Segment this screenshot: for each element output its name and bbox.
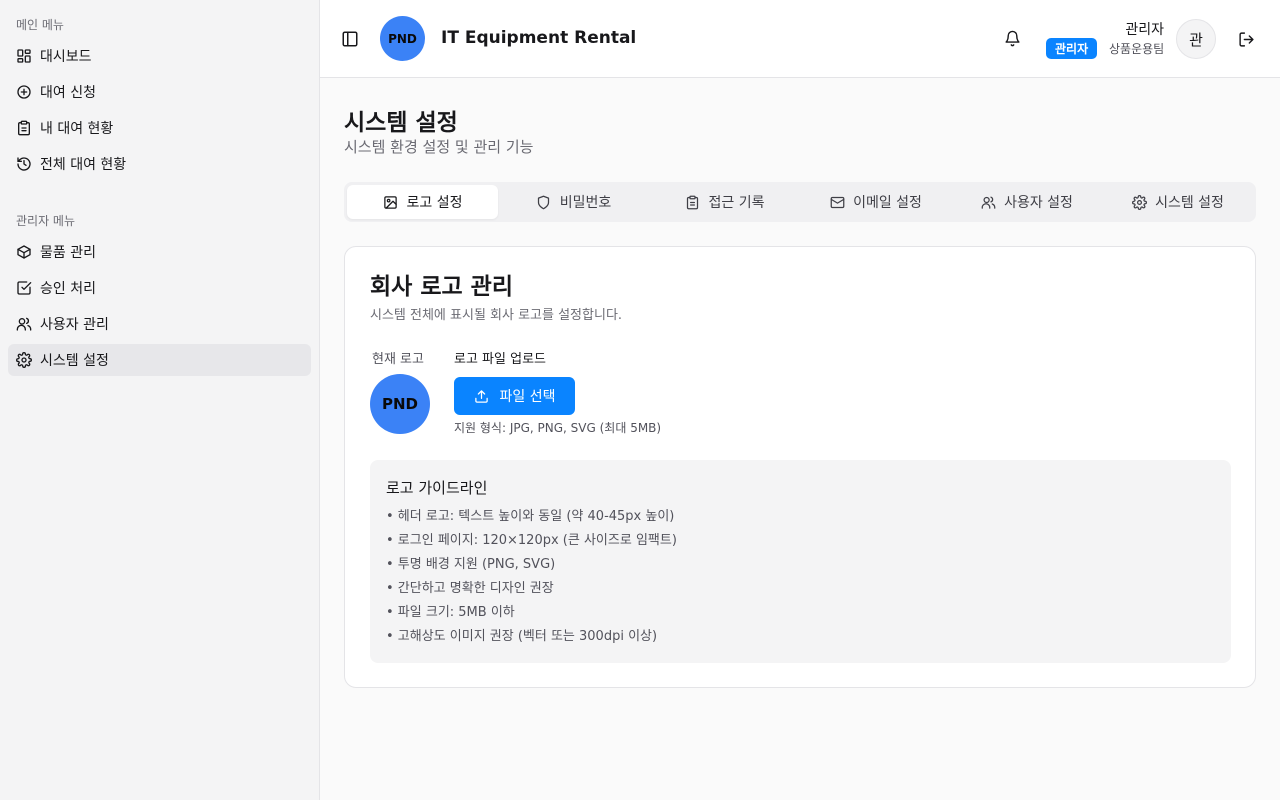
current-logo-label: 현재 로고 <box>372 352 424 367</box>
clipboard-icon <box>16 120 32 136</box>
shield-icon <box>536 194 552 210</box>
notification-button[interactable] <box>1002 28 1022 48</box>
list-item: • 고해상도 이미지 권장 (벡터 또는 300dpi 이상) <box>386 629 658 644</box>
sidebar-item-label: 대시보드 <box>40 49 92 65</box>
users-icon <box>16 316 32 332</box>
main-menu-label: 메인 메뉴 <box>16 18 64 32</box>
tab-system-settings[interactable]: 시스템 설정 <box>1102 185 1253 219</box>
guidelines-list: • 헤더 로고: 텍스트 높이와 동일 (약 40-45px 높이) • 로그인… <box>386 507 677 651</box>
list-item: • 파일 크기: 5MB 이하 <box>386 605 515 620</box>
sidebar-toggle-button[interactable] <box>338 27 362 51</box>
gear-icon <box>16 352 32 368</box>
card-description: 시스템 전체에 표시될 회사 로고를 설정합니다. <box>370 308 623 323</box>
logout-icon <box>1238 31 1254 47</box>
sidebar-item-system-settings[interactable]: 시스템 설정 <box>8 344 311 376</box>
user-team: 상품운용팀 <box>1109 42 1165 56</box>
page-subtitle: 시스템 환경 설정 및 관리 기능 <box>344 138 534 156</box>
tab-password[interactable]: 비밀번호 <box>498 185 649 219</box>
sidebar-item-label: 시스템 설정 <box>40 353 109 369</box>
sidebar-item-all-rentals[interactable]: 전체 대여 현황 <box>8 148 311 180</box>
sidebar-item-rental-request[interactable]: 대여 신청 <box>8 76 311 108</box>
sidebar: 메인 메뉴 대시보드 대여 신청 내 대여 현황 전체 대여 현황 관리자 메뉴… <box>0 0 320 800</box>
role-badge: 관리자 <box>1046 38 1098 59</box>
list-item: • 로그인 페이지: 120×120px (큰 사이즈로 임팩트) <box>386 533 677 548</box>
clipboard-icon <box>685 194 701 210</box>
upload-label: 로고 파일 업로드 <box>454 352 546 367</box>
package-icon <box>16 244 32 260</box>
tab-label: 시스템 설정 <box>1155 195 1224 211</box>
page-title: 시스템 설정 <box>344 110 458 136</box>
avatar[interactable]: 관 <box>1176 19 1216 59</box>
check-square-icon <box>16 280 32 296</box>
plus-circle-icon <box>16 84 32 100</box>
upload-icon <box>474 388 490 404</box>
user-name: 관리자 <box>1125 22 1164 38</box>
sidebar-item-approvals[interactable]: 승인 처리 <box>8 272 311 304</box>
gear-icon <box>1131 194 1147 210</box>
logo-settings-card: 회사 로고 관리 시스템 전체에 표시될 회사 로고를 설정합니다. 현재 로고… <box>344 246 1256 688</box>
list-item: • 투명 배경 지원 (PNG, SVG) <box>386 557 556 572</box>
layout-grid-icon <box>16 48 32 64</box>
supported-formats: 지원 형식: JPG, PNG, SVG (최대 5MB) <box>454 421 662 435</box>
tab-user-settings[interactable]: 사용자 설정 <box>951 185 1102 219</box>
tab-email-settings[interactable]: 이메일 설정 <box>800 185 951 219</box>
sidebar-item-dashboard[interactable]: 대시보드 <box>8 40 311 72</box>
settings-tabs: 로고 설정 비밀번호 접근 기록 이메일 설정 사용자 설정 시스템 설정 <box>344 182 1256 222</box>
top-header: PND IT Equipment Rental 관리자 관리자 상품운용팀 관 <box>320 0 1280 78</box>
list-item: • 간단하고 명확한 디자인 권장 <box>386 581 554 596</box>
sidebar-item-label: 내 대여 현황 <box>40 121 114 137</box>
guidelines-title: 로고 가이드라인 <box>386 479 488 497</box>
image-icon <box>383 194 399 210</box>
logout-button[interactable] <box>1236 29 1256 49</box>
sidebar-item-my-rentals[interactable]: 내 대여 현황 <box>8 112 311 144</box>
sidebar-item-label: 물품 관리 <box>40 245 96 261</box>
tab-label: 접근 기록 <box>708 195 765 211</box>
tab-label: 비밀번호 <box>559 195 612 211</box>
list-item: • 헤더 로고: 텍스트 높이와 동일 (약 40-45px 높이) <box>386 509 675 524</box>
bell-icon <box>1004 30 1020 46</box>
logo-guidelines: 로고 가이드라인 • 헤더 로고: 텍스트 높이와 동일 (약 40-45px … <box>370 460 1231 663</box>
sidebar-item-label: 대여 신청 <box>40 85 96 101</box>
tab-logo-settings[interactable]: 로고 설정 <box>347 185 498 219</box>
sidebar-item-label: 승인 처리 <box>40 281 96 297</box>
file-select-button[interactable]: 파일 선택 <box>454 377 575 415</box>
app-title: IT Equipment Rental <box>441 28 637 48</box>
admin-menu-label: 관리자 메뉴 <box>16 214 76 228</box>
users-icon <box>980 194 996 210</box>
current-logo-preview: PND <box>370 374 430 434</box>
panel-left-icon <box>342 31 358 47</box>
sidebar-item-items[interactable]: 물품 관리 <box>8 236 311 268</box>
history-icon <box>16 156 32 172</box>
tab-access-log[interactable]: 접근 기록 <box>649 185 800 219</box>
sidebar-item-users[interactable]: 사용자 관리 <box>8 308 311 340</box>
mail-icon <box>829 194 845 210</box>
tab-label: 사용자 설정 <box>1004 195 1073 211</box>
tab-label: 이메일 설정 <box>853 195 922 211</box>
sidebar-item-label: 사용자 관리 <box>40 317 109 333</box>
sidebar-item-label: 전체 대여 현황 <box>40 157 127 173</box>
file-select-label: 파일 선택 <box>499 389 556 405</box>
company-logo: PND <box>380 16 425 61</box>
card-title: 회사 로고 관리 <box>370 274 513 300</box>
tab-label: 로고 설정 <box>406 195 463 211</box>
